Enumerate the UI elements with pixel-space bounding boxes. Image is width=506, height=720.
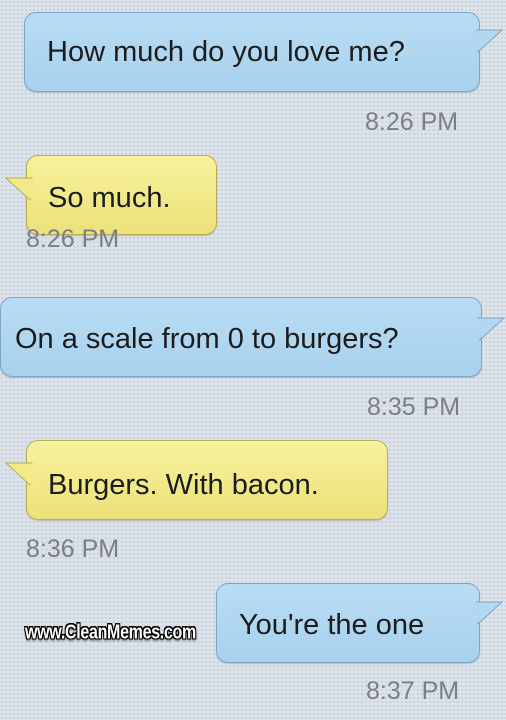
message-text: Burgers. With bacon. <box>48 469 319 501</box>
message-timestamp: 8:36 PM <box>26 535 120 563</box>
message-bubble-sent[interactable]: You're the one <box>216 583 480 663</box>
message-timestamp: 8:26 PM <box>365 108 459 136</box>
bubble-tail-icon <box>474 601 504 626</box>
message-bubble-sent[interactable]: How much do you love me? <box>24 12 480 92</box>
message-text: So much. <box>48 182 171 214</box>
message-timestamp: 8:37 PM <box>366 677 460 705</box>
bubble-tail-icon <box>474 29 504 54</box>
watermark-text: www.CleanMemes.com <box>25 622 196 644</box>
message-timestamp: 8:26 PM <box>26 225 120 253</box>
message-bubble-received[interactable]: Burgers. With bacon. <box>26 440 388 520</box>
message-text: On a scale from 0 to burgers? <box>15 323 399 355</box>
message-bubble-sent[interactable]: On a scale from 0 to burgers? <box>0 297 482 377</box>
bubble-tail-icon <box>4 462 34 487</box>
message-thread: How much do you love me? 8:26 PM So much… <box>0 0 506 720</box>
bubble-tail-icon <box>4 177 34 202</box>
bubble-tail-icon <box>476 317 506 342</box>
message-text: How much do you love me? <box>47 36 405 68</box>
message-text: You're the one <box>239 609 425 641</box>
message-timestamp: 8:35 PM <box>367 393 461 421</box>
message-bubble-received[interactable]: So much. <box>26 155 217 235</box>
